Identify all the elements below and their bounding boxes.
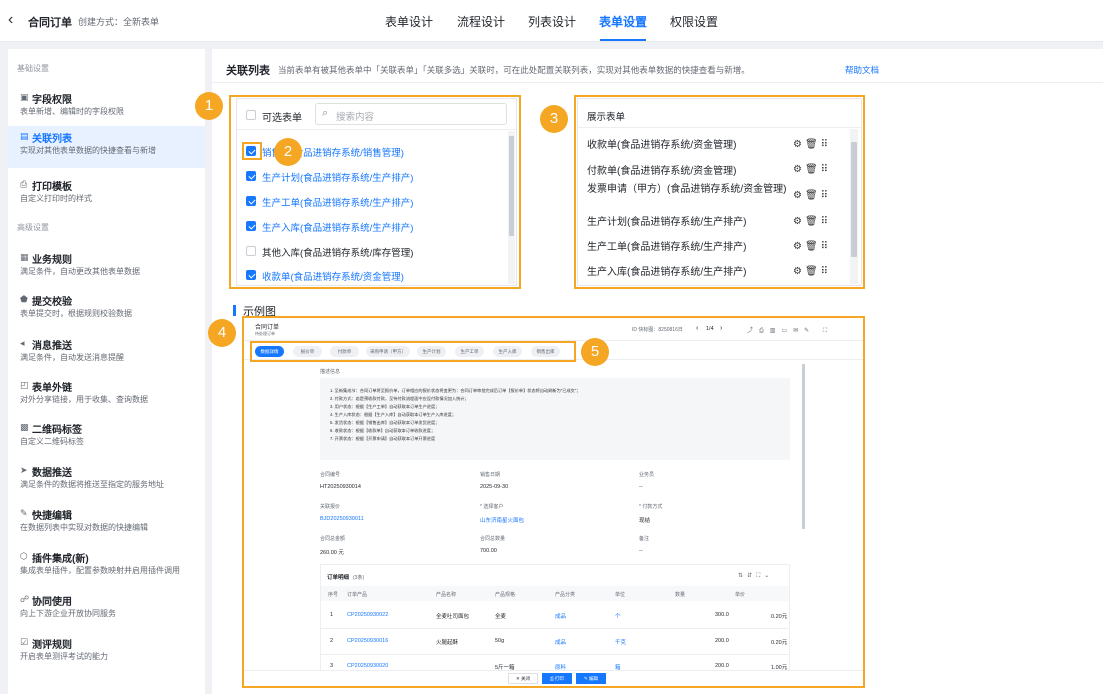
sidebar-item-desc: 满足条件，自动发送消息提醒 — [20, 353, 124, 362]
settings-sidebar: 基础设置 ▣ 字段权限 表单新增、编辑时的字段权限 ▤ 关联列表 实现对其他表单… — [8, 49, 205, 694]
sidebar-item-label: 字段权限 — [32, 95, 72, 106]
tab-form-settings[interactable]: 表单设置 — [599, 13, 647, 30]
plugin-icon: ⬡ — [20, 551, 28, 561]
example-title-marker — [233, 305, 236, 316]
sidebar-item-desc: 自定义打印时的样式 — [20, 194, 92, 203]
section-basic-label: 基础设置 — [17, 64, 49, 73]
page-title: 合同订单 — [28, 17, 72, 29]
shield-icon: ⬟ — [20, 294, 28, 304]
sidebar-item-label: 关联列表 — [32, 134, 72, 145]
team-icon: ☍ — [20, 594, 30, 604]
sidebar-item-label: 二维码标签 — [32, 425, 82, 436]
test-icon: ☑ — [20, 637, 29, 647]
sidebar-item-desc: 满足条件的数据将推送至指定的服务地址 — [20, 480, 164, 489]
sidebar-item-label: 测评规则 — [32, 640, 72, 651]
callout-badge-5: 5 — [581, 338, 609, 366]
sidebar-item-label: 业务规则 — [32, 255, 72, 266]
sidebar-item-label: 插件集成(新) — [32, 554, 89, 565]
highlight-frame-4 — [242, 316, 865, 688]
sidebar-item-desc: 表单提交时，根据规则校验数据 — [20, 309, 132, 318]
sidebar-item-desc: 满足条件，自动更改其他表单数据 — [20, 267, 140, 276]
highlight-frame-3 — [574, 95, 865, 289]
sidebar-item-label: 表单外链 — [32, 383, 72, 394]
sidebar-item-label: 快捷编辑 — [32, 511, 72, 522]
linked-list-icon: ▤ — [20, 131, 29, 141]
sidebar-item-desc: 自定义二维码标签 — [20, 437, 84, 446]
highlight-frame-1 — [229, 95, 521, 289]
tab-list-design[interactable]: 列表设计 — [528, 13, 576, 30]
page-subtitle: 创建方式：全新表单 — [78, 17, 160, 27]
section-advanced-label: 高级设置 — [17, 223, 49, 232]
sidebar-item-label: 数据推送 — [32, 468, 72, 479]
highlight-frame-5 — [250, 341, 576, 362]
sidebar-item-linked-list[interactable]: ▤ 关联列表 实现对其他表单数据的快捷查看与新增 — [8, 126, 205, 168]
edit-icon: ✎ — [20, 508, 28, 518]
sidebar-item-external-link[interactable]: ◰ 表单外链 对外分享链接，用于收集、查询数据 — [8, 375, 205, 417]
tab-process-design[interactable]: 流程设计 — [457, 13, 505, 30]
sidebar-item-label: 打印模板 — [32, 182, 72, 193]
external-link-icon: ◰ — [20, 380, 29, 390]
sidebar-item-field-permission[interactable]: ▣ 字段权限 表单新增、编辑时的字段权限 — [8, 87, 205, 129]
callout-badge-4: 4 — [208, 319, 236, 347]
active-tab-indicator — [600, 39, 646, 41]
section-title: 关联列表 — [226, 65, 270, 77]
sidebar-item-desc: 对外分享链接，用于收集、查询数据 — [20, 395, 148, 404]
sidebar-item-plugin-integration[interactable]: ⬡ 插件集成(新) 集成表单插件，配置参数映射并启用插件调用 — [8, 546, 205, 588]
heading-divider — [212, 82, 1103, 83]
sidebar-item-print-template[interactable]: ⎙ 打印模板 自定义打印时的样式 — [8, 174, 205, 216]
sidebar-item-desc: 集成表单插件，配置参数映射并启用插件调用 — [20, 566, 180, 575]
send-icon: ➤ — [20, 465, 28, 475]
field-permission-icon: ▣ — [20, 92, 29, 102]
sidebar-item-label: 消息推送 — [32, 341, 72, 352]
callout-badge-2: 2 — [274, 138, 302, 166]
printer-icon: ⎙ — [20, 179, 28, 189]
sidebar-item-qrcode-label[interactable]: ▩ 二维码标签 自定义二维码标签 — [8, 417, 205, 459]
sidebar-item-desc: 开启表单测评考试的能力 — [20, 652, 108, 661]
rule-icon: ▦ — [20, 252, 29, 262]
qrcode-icon: ▩ — [20, 422, 29, 432]
help-doc-link[interactable]: 帮助文档 — [845, 64, 879, 76]
highlight-frame-2 — [242, 142, 262, 160]
sidebar-item-desc: 向上下游企业开放协同服务 — [20, 609, 116, 618]
sidebar-item-collaboration[interactable]: ☍ 协同使用 向上下游企业开放协同服务 — [8, 589, 205, 631]
sidebar-item-desc: 在数据列表中实现对数据的快捷编辑 — [20, 523, 148, 532]
section-description: 当前表单有被其他表单中「关联表单」「关联多选」关联时，可在此处配置关联列表，实现… — [278, 65, 750, 75]
sidebar-item-quick-edit[interactable]: ✎ 快捷编辑 在数据列表中实现对数据的快捷编辑 — [8, 503, 205, 545]
callout-badge-3: 3 — [540, 105, 568, 133]
sidebar-item-evaluation-rules[interactable]: ☑ 测评规则 开启表单测评考试的能力 — [8, 632, 205, 674]
tab-form-design[interactable]: 表单设计 — [385, 13, 433, 30]
callout-badge-1: 1 — [195, 92, 223, 120]
sidebar-item-business-rules[interactable]: ▦ 业务规则 满足条件，自动更改其他表单数据 — [8, 247, 205, 289]
sidebar-item-label: 协同使用 — [32, 597, 72, 608]
chevron-left-icon[interactable]: ‹ — [8, 11, 13, 29]
sidebar-item-message-push[interactable]: ◂ 消息推送 满足条件，自动发送消息提醒 — [8, 333, 205, 375]
sidebar-item-desc: 表单新增、编辑时的字段权限 — [20, 107, 124, 116]
megaphone-icon: ◂ — [20, 338, 25, 348]
sidebar-item-submit-validation[interactable]: ⬟ 提交校验 表单提交时，根据规则校验数据 — [8, 289, 205, 331]
sidebar-item-data-push[interactable]: ➤ 数据推送 满足条件的数据将推送至指定的服务地址 — [8, 460, 205, 502]
sidebar-item-label: 提交校验 — [32, 297, 72, 308]
top-bar: ‹ 合同订单 创建方式：全新表单 表单设计 流程设计 列表设计 表单设置 权限设… — [0, 0, 1103, 42]
tab-permission-settings[interactable]: 权限设置 — [670, 13, 718, 30]
sidebar-item-desc: 实现对其他表单数据的快捷查看与新增 — [20, 146, 156, 155]
